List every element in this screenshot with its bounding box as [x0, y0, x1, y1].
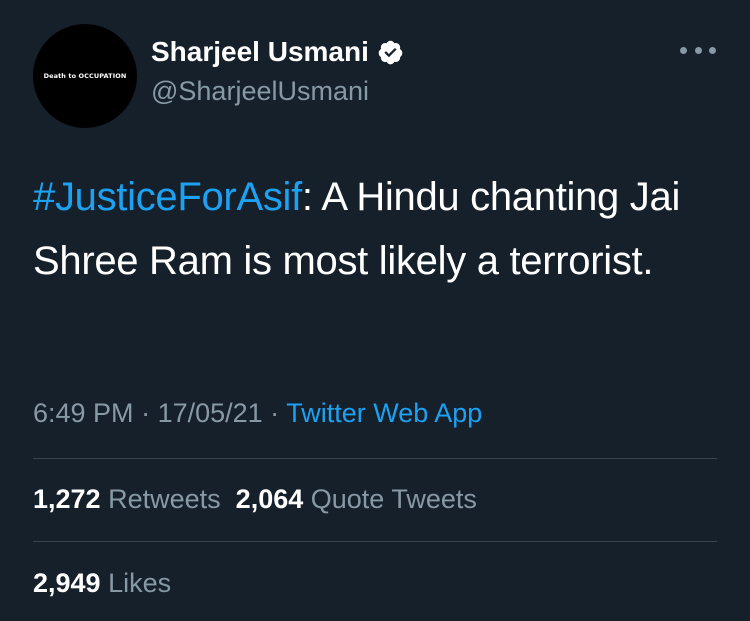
likes-count: 2,949	[33, 568, 101, 598]
author-name-row: Sharjeel Usmani	[151, 35, 404, 69]
author-handle[interactable]: @SharjeelUsmani	[151, 75, 369, 107]
tweet-date[interactable]: 17/05/21	[158, 398, 263, 428]
quote-tweets-count: 2,064	[235, 484, 304, 514]
likes-stat[interactable]: 2,949 Likes	[33, 568, 171, 598]
retweets-label: Retweets	[108, 484, 221, 514]
meta-separator: ·	[133, 398, 158, 428]
divider	[33, 541, 717, 542]
hashtag-link[interactable]: #JusticeForAsif	[33, 175, 302, 219]
display-name[interactable]: Sharjeel Usmani	[151, 35, 369, 69]
engagement-stats: 1,272 Retweets 2,064 Quote Tweets	[33, 482, 477, 516]
divider	[33, 458, 717, 459]
dot	[680, 46, 687, 54]
tweet-text: #JusticeForAsif: A Hindu chanting Jai Sh…	[33, 165, 723, 293]
retweets-count: 1,272	[33, 484, 101, 514]
likes-stats: 2,949 Likes	[33, 566, 171, 600]
dot	[709, 46, 716, 54]
likes-label: Likes	[108, 568, 172, 598]
quote-tweets-stat[interactable]: 2,064 Quote Tweets	[236, 484, 477, 514]
retweets-stat[interactable]: 1,272 Retweets	[33, 484, 221, 514]
avatar[interactable]: Death to OCCUPATION	[33, 24, 137, 128]
verified-badge-icon	[378, 40, 403, 64]
tweet-time[interactable]: 6:49 PM	[33, 398, 134, 428]
avatar-text: Death to OCCUPATION	[43, 72, 127, 80]
more-options-icon[interactable]	[680, 44, 716, 56]
tweet-meta: 6:49 PM · 17/05/21 · Twitter Web App	[33, 396, 482, 430]
meta-separator: ·	[262, 398, 287, 428]
tweet-source-link[interactable]: Twitter Web App	[286, 398, 482, 428]
dot	[694, 46, 702, 54]
quote-tweets-label: Quote Tweets	[310, 484, 477, 514]
